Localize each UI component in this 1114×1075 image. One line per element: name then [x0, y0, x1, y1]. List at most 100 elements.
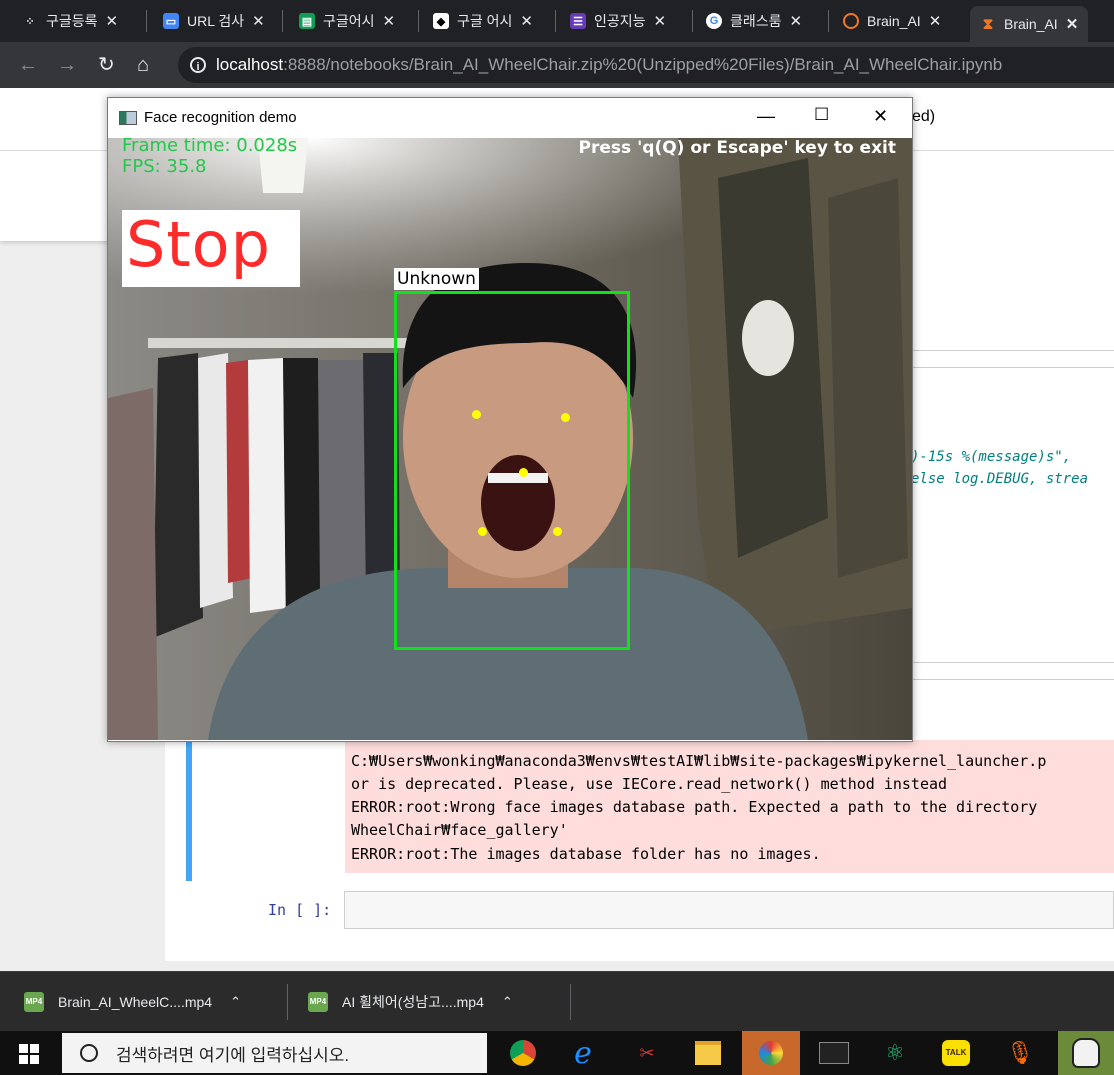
code-cell-input[interactable]	[344, 891, 1114, 929]
terminal-icon[interactable]	[818, 1037, 850, 1069]
close-tab-icon[interactable]: ✕	[383, 12, 396, 30]
back-icon[interactable]: ←	[18, 53, 38, 77]
paint-app-icon[interactable]	[742, 1031, 800, 1075]
tab-separator	[146, 10, 147, 32]
tab-title: 구글어시	[323, 13, 375, 29]
window-titlebar[interactable]: Face recognition demo — ☐ ✕	[108, 98, 912, 138]
tab-title: Brain_AI	[867, 13, 921, 29]
close-tab-icon[interactable]: ✕	[520, 12, 533, 30]
close-tab-icon[interactable]: ✕	[654, 12, 667, 30]
tab-2[interactable]: ▭ URL 검사 ✕	[163, 8, 265, 34]
code-fragment: else log.DEBUG, strea	[911, 471, 1089, 487]
reload-icon[interactable]: ↻	[98, 53, 115, 77]
download-separator	[570, 984, 571, 1020]
app-icon	[119, 111, 137, 125]
close-icon[interactable]: ✕	[873, 106, 888, 127]
tab-separator	[692, 10, 693, 32]
address-bar[interactable]: i localhost:8888/notebooks/Brain_AI_Whee…	[178, 47, 1114, 83]
close-tab-icon[interactable]: ✕	[929, 12, 942, 30]
tab-3[interactable]: ▤ 구글어시 ✕	[299, 8, 395, 34]
maximize-icon[interactable]: ☐	[814, 105, 829, 125]
microphone-icon[interactable]: 🎙	[1004, 1037, 1036, 1069]
landmark-mouth-left	[478, 527, 487, 536]
loading-icon	[843, 13, 859, 29]
notebook-title-fragment: ed)	[912, 108, 936, 125]
google-icon: G	[706, 13, 722, 29]
url-icon: ▭	[163, 13, 179, 29]
windows-taskbar: 검색하려면 여기에 입력하십시오. e ✂ ⚛ TALK 🎙	[0, 1031, 1114, 1075]
fps-text: FPS: 35.8	[122, 156, 207, 177]
cell-border	[911, 662, 1114, 663]
stderr-line: C:₩Users₩wonking₩anaconda3₩envs₩testAI₩l…	[351, 752, 1047, 770]
video-file-icon: MP4	[308, 992, 328, 1012]
stderr-line: ERROR:root:Wrong face images database pa…	[351, 798, 1038, 816]
chat-icon: ▤	[299, 13, 315, 29]
download-item[interactable]: MP4 AI 휠체어(성남고....mp4 ⌃	[308, 992, 513, 1012]
tab-title: 구글 어시	[457, 13, 513, 29]
chrome-icon[interactable]	[507, 1037, 539, 1069]
face-label: Unknown	[394, 268, 479, 290]
windows-start-icon[interactable]	[19, 1044, 39, 1064]
close-tab-icon[interactable]: ✕	[790, 12, 803, 30]
status-box: Stop	[122, 208, 300, 287]
tab-1[interactable]: ⁘ 구글등록 ✕	[22, 8, 118, 34]
info-icon[interactable]: i	[190, 57, 206, 73]
forward-icon[interactable]: →	[57, 53, 77, 77]
tab-5[interactable]: ☰ 인공지능 ✕	[570, 8, 666, 34]
tab-title: Brain_AI	[1004, 16, 1058, 32]
tab-6[interactable]: G 클래스룸 ✕	[706, 8, 802, 34]
tab-8-active[interactable]: ⧗ Brain_AI ✕	[970, 6, 1089, 42]
snipping-tool-icon[interactable]: ✂	[631, 1037, 663, 1069]
face-bounding-box	[394, 291, 630, 650]
camera-view: Frame time: 0.028s FPS: 35.8 Press 'q(Q)…	[108, 138, 912, 740]
selected-cell-indicator	[186, 740, 192, 881]
download-item[interactable]: MP4 Brain_AI_WheelC....mp4 ⌃	[24, 992, 241, 1012]
dots-icon: ⁘	[25, 15, 35, 28]
taskbar-search[interactable]: 검색하려면 여기에 입력하십시오.	[62, 1033, 487, 1073]
tab-separator	[282, 10, 283, 32]
hourglass-icon: ⧗	[982, 15, 994, 33]
atom-icon[interactable]: ⚛	[879, 1037, 911, 1069]
penguin-app-icon[interactable]	[1058, 1031, 1114, 1075]
exit-instructions: Press 'q(Q) or Escape' key to exit	[578, 138, 896, 158]
tab-4[interactable]: ◆ 구글 어시 ✕	[433, 8, 533, 34]
tab-title: 인공지능	[594, 13, 646, 29]
downloads-bar: MP4 Brain_AI_WheelC....mp4 ⌃ MP4 AI 휠체어(…	[0, 971, 1114, 1032]
chevron-up-icon[interactable]: ⌃	[230, 994, 241, 1010]
tab-separator	[555, 10, 556, 32]
landmark-mouth-right	[553, 527, 562, 536]
file-explorer-icon[interactable]	[692, 1037, 724, 1069]
internet-explorer-icon[interactable]: e	[567, 1036, 599, 1071]
tab-bar: ⁘ 구글등록 ✕ ▭ URL 검사 ✕ ▤ 구글어시 ✕ ◆ 구글 어시 ✕ ☰…	[0, 0, 1114, 42]
face-recognition-window[interactable]: Face recognition demo — ☐ ✕ Frame time: …	[107, 97, 913, 742]
frame-time-text: Frame time: 0.028s	[122, 138, 298, 156]
home-icon[interactable]: ⌂	[137, 53, 149, 77]
minimize-icon[interactable]: —	[757, 106, 775, 127]
tab-title: 구글등록	[46, 13, 98, 29]
window-title: Face recognition demo	[144, 109, 297, 126]
download-name: AI 휠체어(성남고....mp4	[342, 994, 484, 1010]
code-fragment: )-15s %(message)s",	[911, 449, 1072, 465]
cell-border	[911, 679, 1114, 680]
tab-separator	[828, 10, 829, 32]
landmark-left-eye	[472, 410, 481, 419]
input-prompt: In [ ]:	[268, 901, 332, 919]
close-tab-icon[interactable]: ✕	[252, 12, 265, 30]
search-icon	[80, 1044, 98, 1062]
close-tab-icon[interactable]: ✕	[1066, 15, 1079, 33]
stderr-line: ERROR:root:The images database folder ha…	[351, 845, 821, 863]
navigation-bar: ← → ↻ ⌂ i localhost:8888/notebooks/Brain…	[0, 42, 1114, 88]
tab-separator	[418, 10, 419, 32]
chevron-up-icon[interactable]: ⌃	[502, 994, 513, 1010]
download-separator	[287, 984, 288, 1020]
tab-title: 클래스룸	[730, 13, 782, 29]
landmark-right-eye	[561, 413, 570, 422]
close-tab-icon[interactable]: ✕	[106, 12, 119, 30]
download-name: Brain_AI_WheelC....mp4	[58, 994, 213, 1010]
cell-border	[911, 367, 1114, 368]
search-placeholder: 검색하려면 여기에 입력하십시오.	[116, 1045, 350, 1065]
kakaotalk-icon[interactable]: TALK	[940, 1037, 972, 1069]
landmark-nose	[519, 468, 528, 477]
stderr-output: C:₩Users₩wonking₩anaconda3₩envs₩testAI₩l…	[345, 740, 1114, 873]
tab-7[interactable]: Brain_AI ✕	[843, 8, 941, 34]
